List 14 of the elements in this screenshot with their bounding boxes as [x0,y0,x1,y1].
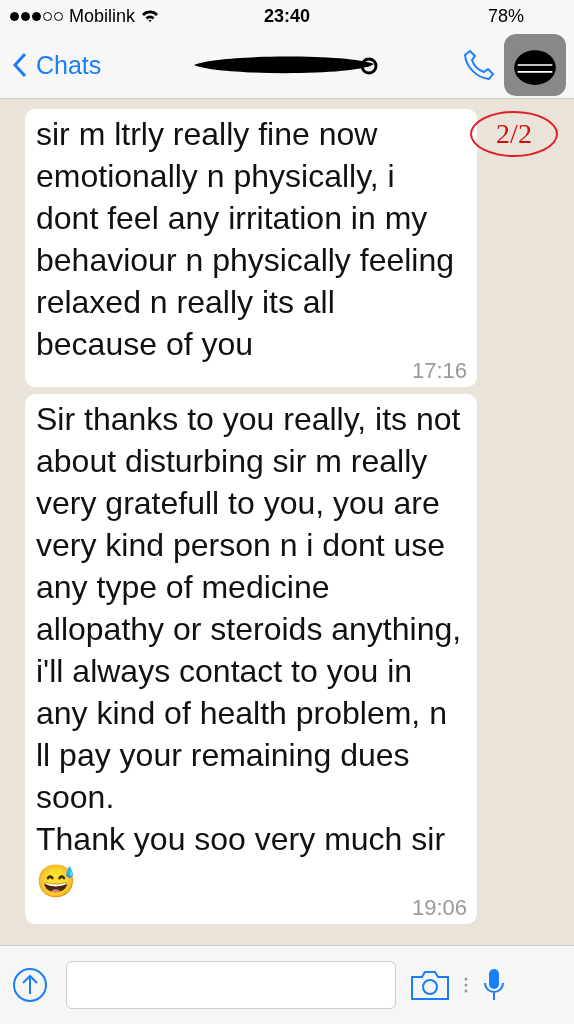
carrier-name: Mobilink [69,5,136,27]
phone-icon[interactable] [462,48,496,82]
microphone-icon[interactable] [482,967,506,1003]
avatar[interactable] [504,34,566,96]
wifi-icon [141,9,160,23]
camera-icon[interactable] [410,969,450,1001]
separator-icon [464,977,468,993]
battery-percent: 78% [487,5,524,26]
upload-icon[interactable] [12,967,48,1003]
back-label[interactable]: Chats [36,50,102,80]
message-input[interactable] [66,961,396,1009]
back-link[interactable]: Chats [12,50,102,80]
status-time: 23:40 [264,5,310,27]
chevron-left-icon [12,52,28,78]
